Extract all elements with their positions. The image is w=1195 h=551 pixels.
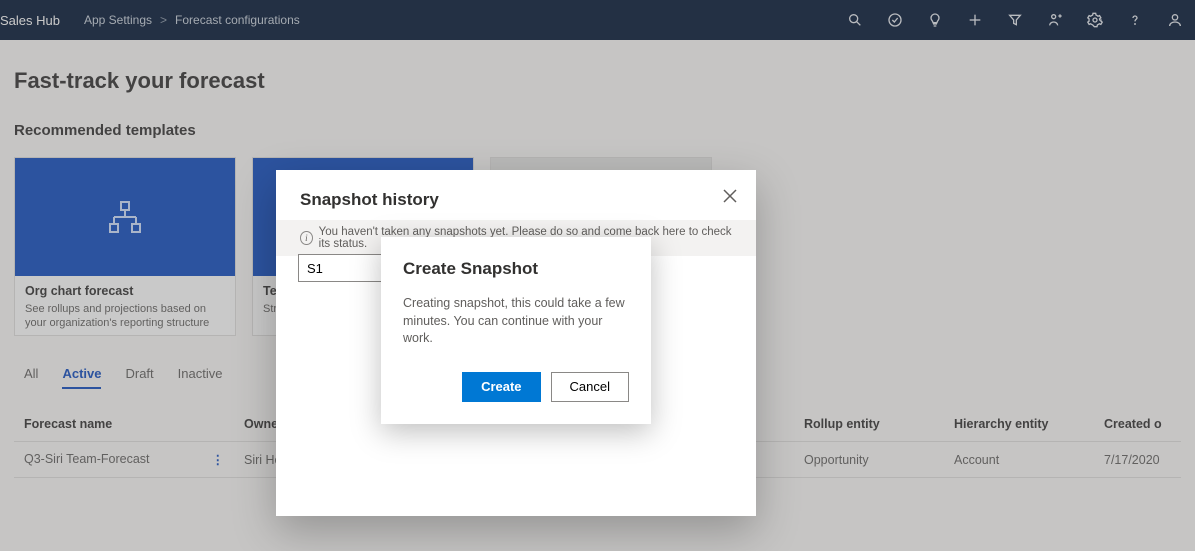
dialog-title: Snapshot history bbox=[276, 170, 756, 220]
confirm-title: Create Snapshot bbox=[403, 259, 629, 279]
confirm-message: Creating snapshot, this could take a few… bbox=[403, 295, 629, 348]
cancel-button[interactable]: Cancel bbox=[551, 372, 629, 402]
info-icon: i bbox=[300, 231, 313, 245]
close-icon[interactable] bbox=[722, 188, 738, 204]
create-button[interactable]: Create bbox=[462, 372, 540, 402]
create-snapshot-dialog: Create Snapshot Creating snapshot, this … bbox=[381, 237, 651, 424]
